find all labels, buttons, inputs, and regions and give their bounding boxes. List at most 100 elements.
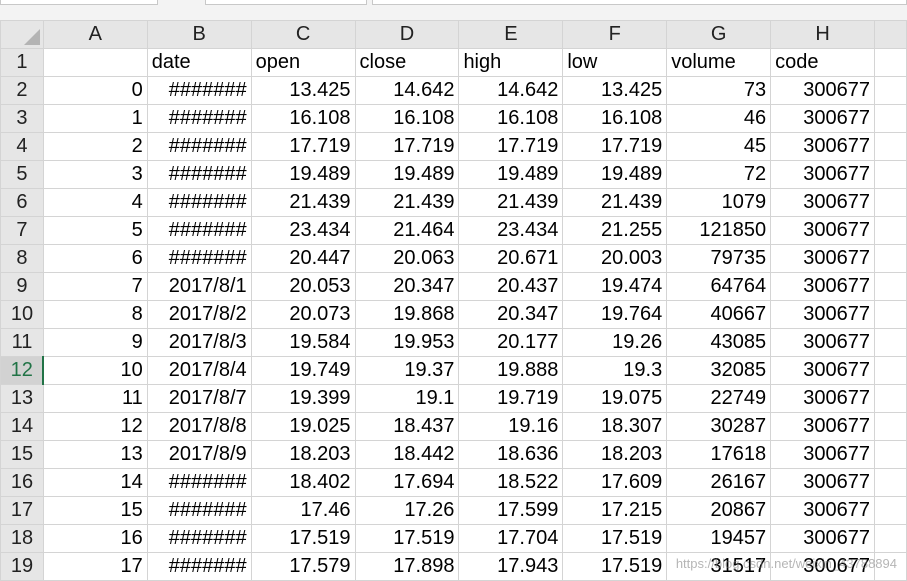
row-header[interactable]: 11 [0, 328, 44, 357]
cell[interactable]: 17.609 [562, 468, 668, 497]
cell[interactable]: 30287 [666, 412, 772, 441]
cell[interactable] [874, 552, 907, 581]
cell[interactable]: 17.519 [562, 524, 668, 553]
cell[interactable]: 46 [666, 104, 772, 133]
cell[interactable]: 14.642 [354, 76, 460, 105]
cell[interactable]: high [458, 48, 564, 77]
row-header[interactable]: 15 [0, 440, 44, 469]
cell[interactable]: 13.425 [562, 76, 668, 105]
cell[interactable]: ####### [146, 104, 252, 133]
cell[interactable]: 2017/8/3 [146, 328, 252, 357]
cell[interactable]: 19.26 [562, 328, 668, 357]
cell[interactable]: 19.489 [354, 160, 460, 189]
cell[interactable]: 19.37 [354, 356, 460, 385]
cell[interactable]: 300677 [770, 384, 876, 413]
cell[interactable]: 64764 [666, 272, 772, 301]
cell[interactable]: 23.434 [458, 216, 564, 245]
cell[interactable]: 300677 [770, 76, 876, 105]
cell[interactable]: 17.26 [354, 496, 460, 525]
cell[interactable]: 17.599 [458, 496, 564, 525]
column-header[interactable]: E [458, 20, 564, 49]
cell[interactable]: 121850 [666, 216, 772, 245]
cell[interactable]: 17.719 [458, 132, 564, 161]
cell[interactable]: 20.437 [458, 272, 564, 301]
cell[interactable]: ####### [146, 188, 252, 217]
cell[interactable]: 23.434 [250, 216, 356, 245]
cell[interactable]: ####### [146, 160, 252, 189]
cell[interactable] [42, 48, 148, 77]
cell[interactable]: 45 [666, 132, 772, 161]
cell[interactable]: 19.025 [250, 412, 356, 441]
cell[interactable]: 19.584 [250, 328, 356, 357]
cell[interactable]: 300677 [770, 216, 876, 245]
cell[interactable]: 2017/8/8 [146, 412, 252, 441]
cell[interactable]: ####### [146, 524, 252, 553]
cell[interactable]: open [250, 48, 356, 77]
cell[interactable] [874, 48, 907, 77]
cell[interactable]: 5 [42, 216, 148, 245]
column-header[interactable]: G [666, 20, 772, 49]
sheet-tab-middle[interactable] [205, 0, 367, 5]
cell[interactable]: 2017/8/7 [146, 384, 252, 413]
cell[interactable]: ####### [146, 76, 252, 105]
cell[interactable]: 19.489 [458, 160, 564, 189]
cell[interactable]: 300677 [770, 132, 876, 161]
row-header[interactable]: 18 [0, 524, 44, 553]
cell[interactable]: 17.719 [250, 132, 356, 161]
cell[interactable]: 16.108 [458, 104, 564, 133]
cell[interactable]: 21.439 [354, 188, 460, 217]
cell[interactable]: 18.636 [458, 440, 564, 469]
cell[interactable]: 1079 [666, 188, 772, 217]
cell[interactable]: 300677 [770, 244, 876, 273]
cell[interactable]: 43085 [666, 328, 772, 357]
cell[interactable]: 300677 [770, 328, 876, 357]
cell[interactable]: 17.719 [562, 132, 668, 161]
cell[interactable]: 18.437 [354, 412, 460, 441]
cell[interactable]: 17.519 [562, 552, 668, 581]
cell[interactable]: 19.749 [250, 356, 356, 385]
cell[interactable]: 17.519 [250, 524, 356, 553]
sheet-tab-left[interactable] [0, 0, 158, 5]
cell[interactable]: 12 [42, 412, 148, 441]
cell[interactable]: 19.868 [354, 300, 460, 329]
cell[interactable]: 17618 [666, 440, 772, 469]
cell[interactable]: 20.671 [458, 244, 564, 273]
row-header[interactable]: 17 [0, 496, 44, 525]
cell[interactable]: ####### [146, 552, 252, 581]
cell[interactable]: 19.16 [458, 412, 564, 441]
row-header[interactable]: 14 [0, 412, 44, 441]
cell[interactable]: ####### [146, 468, 252, 497]
cell[interactable] [874, 300, 907, 329]
cell[interactable]: 10 [42, 356, 148, 385]
cell[interactable]: ####### [146, 216, 252, 245]
cell[interactable]: 300677 [770, 440, 876, 469]
cell[interactable]: 72 [666, 160, 772, 189]
cell[interactable]: 21.464 [354, 216, 460, 245]
row-header[interactable]: 2 [0, 76, 44, 105]
cell[interactable]: 17.46 [250, 496, 356, 525]
cell[interactable]: 20.347 [458, 300, 564, 329]
cell[interactable]: 15 [42, 496, 148, 525]
cell[interactable]: 17.694 [354, 468, 460, 497]
cell[interactable]: 19.489 [250, 160, 356, 189]
cell[interactable] [874, 496, 907, 525]
cell[interactable]: low [562, 48, 668, 77]
cell[interactable]: 19.399 [250, 384, 356, 413]
cell[interactable]: 17.719 [354, 132, 460, 161]
row-header[interactable]: 19 [0, 552, 44, 581]
row-header[interactable]: 3 [0, 104, 44, 133]
column-header[interactable]: D [354, 20, 460, 49]
cell[interactable]: 300677 [770, 160, 876, 189]
cell[interactable] [874, 272, 907, 301]
cell[interactable]: 20.053 [250, 272, 356, 301]
cell[interactable] [874, 440, 907, 469]
cell[interactable] [874, 412, 907, 441]
cell[interactable]: 2 [42, 132, 148, 161]
cell[interactable] [874, 188, 907, 217]
cell[interactable] [874, 76, 907, 105]
cell[interactable] [874, 160, 907, 189]
cell[interactable]: 16 [42, 524, 148, 553]
column-header-empty[interactable] [874, 20, 907, 49]
cell[interactable]: 17.943 [458, 552, 564, 581]
cell[interactable]: 20.177 [458, 328, 564, 357]
